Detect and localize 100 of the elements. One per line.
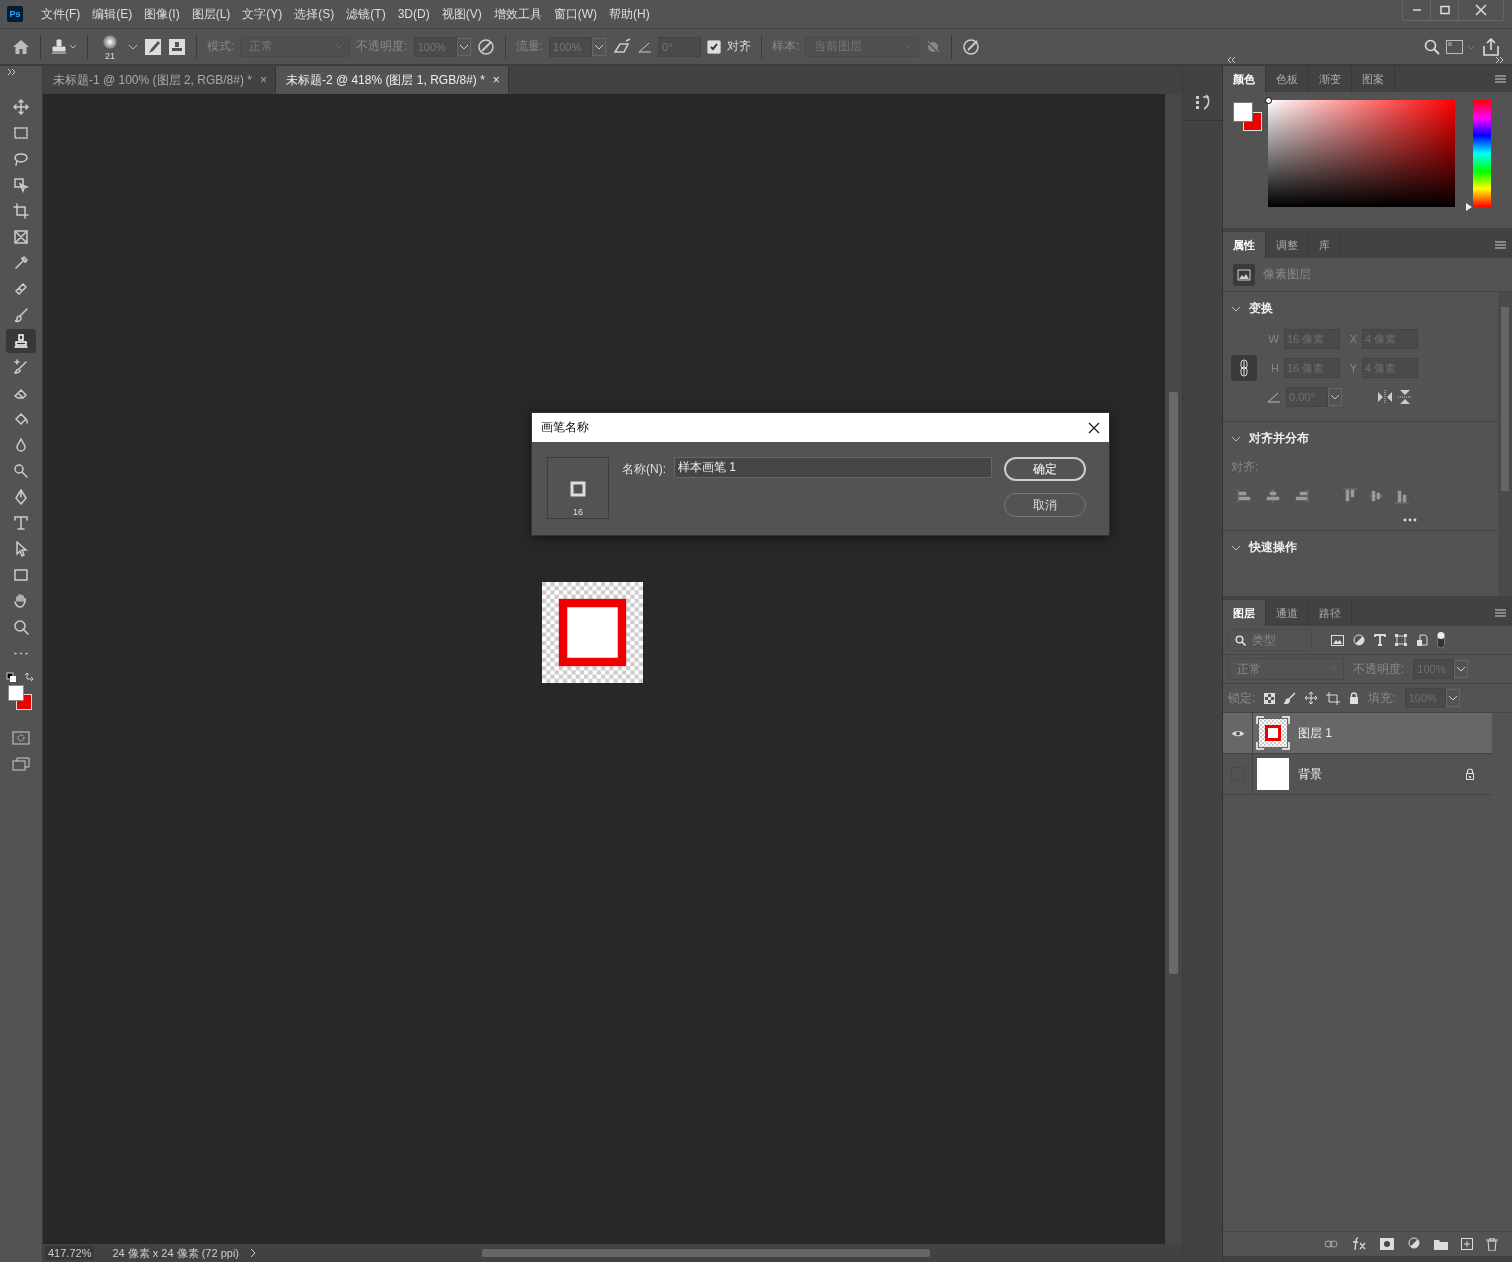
- color-field[interactable]: [1268, 100, 1455, 207]
- menu-item[interactable]: 图像(I): [138, 5, 186, 23]
- vertical-scrollbar[interactable]: [1165, 94, 1182, 1244]
- align-middle-icon[interactable]: [1369, 488, 1383, 504]
- close-tab-button[interactable]: ×: [492, 73, 500, 87]
- menu-item[interactable]: 视图(V): [435, 5, 488, 23]
- name-input[interactable]: 样本画笔 1: [674, 457, 992, 478]
- menu-icon[interactable]: [1495, 241, 1506, 249]
- lock-transparency-icon[interactable]: [1264, 692, 1276, 704]
- search-icon[interactable]: [1424, 38, 1440, 55]
- clone-source-icon[interactable]: [168, 37, 186, 56]
- menu-item[interactable]: 窗口(W): [547, 5, 603, 23]
- flip-vertical-icon[interactable]: [1398, 389, 1412, 405]
- caret-icon[interactable]: [1454, 660, 1469, 678]
- vertical-scrollbar[interactable]: [1498, 292, 1512, 596]
- lock-icon[interactable]: [1349, 692, 1360, 704]
- panel-tab[interactable]: 通道: [1266, 600, 1309, 626]
- close-tab-button[interactable]: ×: [259, 73, 267, 87]
- menu-item[interactable]: 编辑(E): [86, 5, 139, 23]
- layer-row[interactable]: 背景: [1223, 754, 1492, 795]
- panel-tab[interactable]: 色板: [1266, 66, 1309, 92]
- align-top-icon[interactable]: [1343, 488, 1357, 504]
- flip-horizontal-icon[interactable]: [1377, 390, 1393, 404]
- layer-name[interactable]: 背景: [1298, 765, 1322, 783]
- quick-mask-icon[interactable]: [12, 731, 30, 745]
- menu-item[interactable]: 帮助(H): [603, 5, 656, 23]
- pressure-icon[interactable]: [476, 37, 495, 56]
- shape-filter-icon[interactable]: [1395, 634, 1407, 646]
- document-tab[interactable]: 未标题-2 @ 418% (图层 1, RGB/8#) * ×: [275, 66, 509, 94]
- app-logo[interactable]: Ps: [7, 6, 23, 22]
- move-icon[interactable]: [1305, 692, 1318, 704]
- share-icon[interactable]: [1482, 37, 1500, 56]
- align-center-icon[interactable]: [1265, 489, 1281, 503]
- menu-icon[interactable]: [1495, 609, 1506, 617]
- expand-icon[interactable]: [1496, 57, 1504, 63]
- workspace-icon[interactable]: [1446, 39, 1476, 54]
- panel-tab[interactable]: 图案: [1352, 66, 1395, 92]
- caret-icon[interactable]: [456, 37, 471, 56]
- brush-icon[interactable]: [1284, 692, 1297, 704]
- tool-button[interactable]: [6, 329, 36, 353]
- brush-settings-icon[interactable]: [144, 37, 162, 56]
- chevron-icon[interactable]: [249, 1248, 257, 1258]
- close-icon[interactable]: [1088, 421, 1100, 434]
- pressure-size-icon[interactable]: [962, 37, 981, 56]
- align-bottom-icon[interactable]: [1395, 488, 1409, 504]
- menu-item[interactable]: 图层(L): [185, 5, 237, 23]
- panel-tab[interactable]: 渐变: [1309, 66, 1352, 92]
- menu-item[interactable]: 增效工具: [487, 5, 548, 23]
- panel-tab[interactable]: 属性: [1223, 232, 1266, 258]
- caret-icon[interactable]: [128, 42, 138, 51]
- filter-toggle-icon[interactable]: [1437, 631, 1445, 649]
- panel-tab[interactable]: 路径: [1309, 600, 1352, 626]
- cancel-button[interactable]: 取消: [1004, 493, 1086, 517]
- new-layer-icon[interactable]: [1461, 1238, 1473, 1250]
- caret-icon[interactable]: [1445, 689, 1460, 707]
- lock-icon[interactable]: [1465, 768, 1475, 780]
- align-right-icon[interactable]: [1293, 489, 1309, 503]
- image-filter-icon[interactable]: [1331, 634, 1344, 646]
- panel-tab[interactable]: 颜色: [1223, 66, 1266, 92]
- menu-item[interactable]: 文件(F): [35, 5, 87, 23]
- fx-icon[interactable]: [1351, 1237, 1367, 1251]
- link-icon[interactable]: [1231, 355, 1257, 381]
- trash-icon[interactable]: [1486, 1237, 1498, 1251]
- panel-tab[interactable]: 调整: [1266, 232, 1309, 258]
- panel-tab[interactable]: 图层: [1223, 600, 1266, 626]
- chevron-down-icon[interactable]: [1231, 435, 1241, 442]
- chevron-down-icon[interactable]: [1231, 544, 1241, 551]
- collapse-icon[interactable]: [1227, 57, 1235, 63]
- caret-icon[interactable]: [592, 37, 607, 56]
- expand-icon[interactable]: [8, 69, 16, 75]
- menu-item[interactable]: 滤镜(T): [340, 5, 392, 23]
- mask-icon[interactable]: [1380, 1238, 1394, 1250]
- chevron-down-icon[interactable]: [1231, 305, 1241, 312]
- align-left-icon[interactable]: [1237, 489, 1253, 503]
- zoom-level[interactable]: 417.72%: [45, 1246, 95, 1260]
- menu-icon[interactable]: [1495, 75, 1506, 83]
- more-icon[interactable]: [1403, 518, 1417, 522]
- brush-preset-picker[interactable]: 21: [98, 31, 122, 62]
- home-icon[interactable]: [12, 38, 30, 55]
- aligned-checkbox[interactable]: [707, 39, 722, 54]
- type-filter-icon[interactable]: [1374, 634, 1386, 646]
- menu-item[interactable]: 3D(D): [391, 7, 436, 21]
- folder-icon[interactable]: [1434, 1238, 1448, 1250]
- artboard-icon[interactable]: [1326, 691, 1341, 705]
- layer-name[interactable]: 图层 1: [1298, 724, 1332, 742]
- panel-tab[interactable]: 库: [1309, 232, 1341, 258]
- smart-object-filter-icon[interactable]: [1416, 634, 1428, 646]
- caret-icon[interactable]: [1328, 388, 1342, 406]
- adjustment-filter-icon[interactable]: [1353, 634, 1365, 646]
- ok-button[interactable]: 确定: [1004, 457, 1086, 481]
- menu-item[interactable]: 文字(Y): [236, 5, 289, 23]
- adjustment-layer-icon[interactable]: [1407, 1237, 1421, 1251]
- eye-icon[interactable]: [1230, 728, 1245, 738]
- menu-item[interactable]: 选择(S): [288, 5, 341, 23]
- color-picker-marker[interactable]: [1265, 97, 1272, 104]
- stamp-icon[interactable]: [51, 38, 77, 55]
- screen-mode-icon[interactable]: [12, 757, 30, 771]
- color-swatches[interactable]: [1233, 102, 1263, 132]
- layer-row[interactable]: 图层 1: [1223, 713, 1492, 754]
- ignore-adjustment-icon[interactable]: [925, 38, 942, 55]
